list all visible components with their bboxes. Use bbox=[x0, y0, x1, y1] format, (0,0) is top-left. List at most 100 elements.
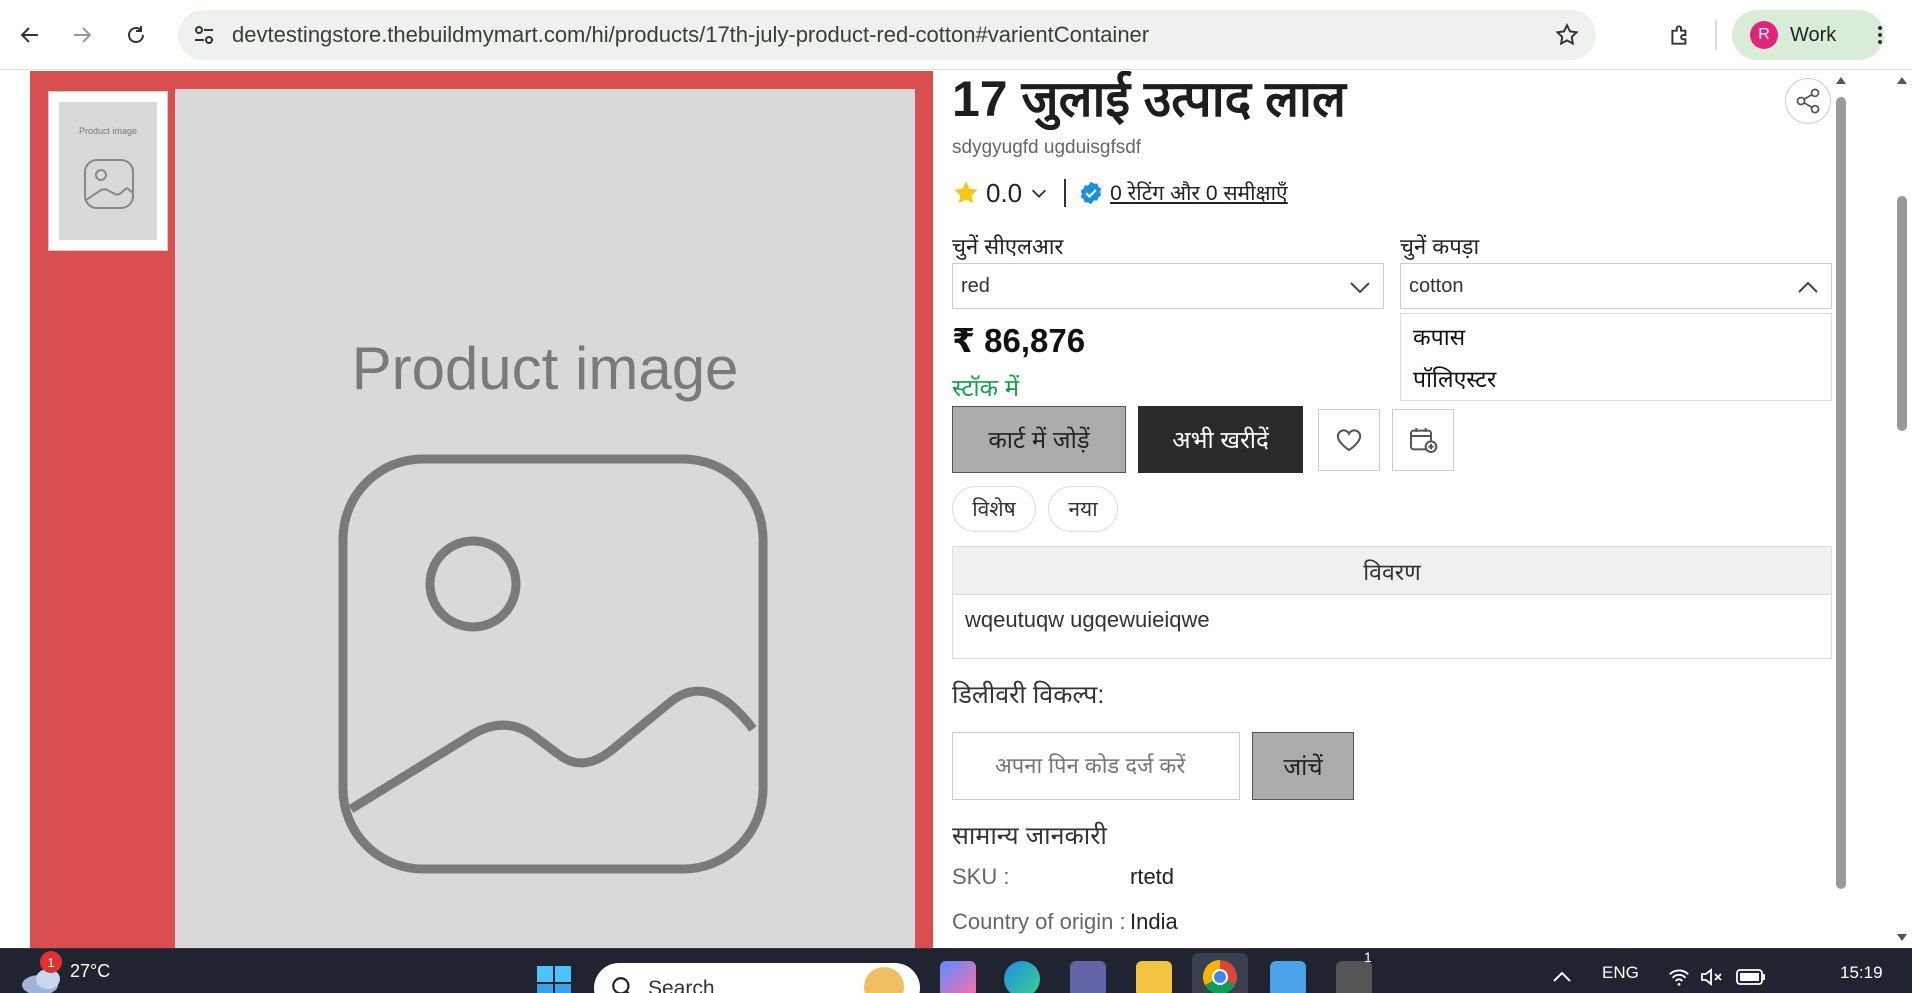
fabric-dropdown: कपास पॉलिएस्टर bbox=[1400, 313, 1832, 401]
page-scrollbar[interactable] bbox=[1892, 71, 1912, 948]
description-section: विवरण wqeutuqw ugqewuieiqwe bbox=[952, 546, 1832, 659]
file-explorer-icon[interactable] bbox=[1136, 961, 1172, 993]
browser-menu-button[interactable] bbox=[1860, 15, 1900, 55]
stock-status: स्टॉक में bbox=[952, 375, 1020, 402]
product-subtitle: sdygyugfd ugduisgfsdf bbox=[952, 137, 1142, 158]
app-icon[interactable] bbox=[1336, 961, 1372, 993]
taskbar-search[interactable]: Search bbox=[594, 963, 920, 993]
heart-icon bbox=[1336, 429, 1362, 452]
details-scrollbar-thumb[interactable] bbox=[1836, 97, 1846, 889]
language-indicator[interactable]: ENG bbox=[1602, 963, 1639, 983]
teams-icon[interactable] bbox=[1070, 961, 1106, 993]
description-heading[interactable]: विवरण bbox=[953, 547, 1831, 595]
country-label: Country of origin : bbox=[952, 909, 1126, 934]
url-text: devtestingstore.thebuildmymart.com/hi/pr… bbox=[232, 22, 1150, 47]
add-to-cart-button[interactable]: कार्ट में जोड़ें bbox=[952, 406, 1126, 473]
site-settings-icon[interactable] bbox=[192, 23, 216, 47]
start-button[interactable] bbox=[536, 965, 572, 993]
forward-arrow-icon bbox=[74, 27, 92, 43]
color-select-value: red bbox=[961, 275, 990, 297]
product-title: 17 जुलाई उत्पाद लाल bbox=[952, 71, 1346, 127]
app-badge: 1 bbox=[1364, 949, 1372, 965]
main-product-image[interactable]: Product image bbox=[175, 89, 915, 948]
scroll-up-arrow-icon[interactable] bbox=[1896, 75, 1908, 85]
delivery-heading: डिलीवरी विकल्प: bbox=[952, 681, 1105, 709]
fabric-select-value: cotton bbox=[1409, 275, 1464, 297]
verified-badge-icon bbox=[1080, 181, 1102, 205]
extensions-button[interactable] bbox=[1660, 15, 1700, 55]
add-to-calendar-button[interactable] bbox=[1392, 409, 1454, 471]
country-value: India bbox=[1130, 909, 1178, 934]
sku-value: rtetd bbox=[1130, 864, 1175, 889]
pincode-input[interactable] bbox=[952, 732, 1240, 800]
product-gallery: Product image Product image bbox=[30, 71, 933, 948]
share-icon bbox=[1796, 88, 1820, 114]
main-image-placeholder-text: Product image bbox=[351, 335, 739, 402]
fabric-option[interactable]: पॉलिएस्टर bbox=[1413, 362, 1496, 394]
chevron-down-icon bbox=[1350, 282, 1370, 294]
back-arrow-icon bbox=[20, 27, 38, 43]
notification-badge: 1 bbox=[40, 951, 62, 973]
browser-toolbar: devtestingstore.thebuildmymart.com/hi/pr… bbox=[0, 0, 1912, 70]
fabric-select-label: चुनें कपड़ा bbox=[1400, 234, 1480, 259]
chevron-down-icon[interactable] bbox=[1028, 182, 1050, 204]
color-select-label: चुनें सीएलआर bbox=[952, 234, 1064, 259]
rating-star-icon bbox=[954, 181, 978, 204]
copilot-icon[interactable] bbox=[940, 961, 976, 993]
puzzle-icon bbox=[1671, 25, 1687, 45]
windows-logo-icon bbox=[537, 966, 571, 993]
reload-icon bbox=[128, 26, 144, 43]
taskbar: 1 27°C Search 1 ENG 15:19 bbox=[0, 948, 1912, 993]
screen: devtestingstore.thebuildmymart.com/hi/pr… bbox=[0, 0, 1912, 993]
thumbnail-image: Product image bbox=[59, 102, 157, 240]
volume-muted-icon[interactable] bbox=[1700, 967, 1724, 987]
gallery-thumbnail[interactable]: Product image bbox=[48, 91, 168, 251]
scroll-up-arrow-icon[interactable] bbox=[1835, 75, 1847, 85]
rating-value: 0.0 bbox=[986, 177, 1023, 208]
sku-label: SKU : bbox=[952, 864, 1010, 889]
wishlist-button[interactable] bbox=[1318, 409, 1380, 471]
temperature: 27°C bbox=[70, 961, 111, 981]
tag-special[interactable]: विशेष bbox=[952, 486, 1036, 532]
color-select[interactable]: red bbox=[952, 263, 1384, 309]
thumbnail-placeholder-text: Product image bbox=[78, 126, 138, 136]
tag-new[interactable]: नया bbox=[1048, 486, 1118, 532]
chevron-up-icon bbox=[1798, 281, 1818, 293]
fabric-option[interactable]: कपास bbox=[1413, 320, 1465, 352]
kebab-menu-icon bbox=[1878, 26, 1882, 44]
general-info-heading: सामान्य जानकारी bbox=[952, 822, 1107, 850]
toolbar-separator bbox=[1715, 20, 1717, 50]
rating-row: 0.0 0 रेटिंग और 0 समीक्षाएँ bbox=[952, 175, 1288, 211]
search-icon bbox=[612, 977, 630, 993]
product-details: 17 जुलाई उत्पाद लाल sdygyugfd ugduisgfsd… bbox=[952, 71, 1832, 948]
forward-button[interactable] bbox=[62, 15, 102, 55]
image-placeholder-icon bbox=[84, 159, 134, 209]
battery-icon[interactable] bbox=[1736, 969, 1766, 985]
page-content: Product image Product image 17 जुलाई उत्… bbox=[0, 71, 1912, 948]
notepad-icon[interactable] bbox=[1270, 961, 1306, 993]
bookmark-star-icon[interactable] bbox=[1554, 22, 1580, 48]
address-bar[interactable]: devtestingstore.thebuildmymart.com/hi/pr… bbox=[178, 10, 1596, 60]
clock-time[interactable]: 15:19 bbox=[1840, 963, 1883, 983]
back-button[interactable] bbox=[10, 15, 50, 55]
details-scrollbar[interactable] bbox=[1832, 71, 1850, 948]
description-text: wqeutuqw ugqewuieiqwe bbox=[965, 607, 1210, 632]
avatar: R bbox=[1750, 21, 1778, 49]
page-scrollbar-thumb[interactable] bbox=[1897, 196, 1907, 431]
scroll-down-arrow-icon[interactable] bbox=[1896, 933, 1908, 943]
edge-browser-icon[interactable] bbox=[1004, 961, 1040, 993]
calendar-add-icon bbox=[1410, 428, 1438, 453]
check-pincode-button[interactable]: जांचें bbox=[1252, 732, 1354, 800]
wifi-icon[interactable] bbox=[1668, 967, 1690, 987]
image-placeholder-icon bbox=[338, 454, 768, 874]
chrome-taskbar-button[interactable] bbox=[1192, 953, 1248, 993]
reload-button[interactable] bbox=[116, 15, 156, 55]
reviews-link[interactable]: 0 रेटिंग और 0 समीक्षाएँ bbox=[1110, 179, 1288, 207]
buy-now-button[interactable]: अभी खरीदें bbox=[1138, 406, 1303, 473]
chevron-up-icon[interactable] bbox=[1552, 969, 1572, 983]
chrome-icon bbox=[1203, 960, 1237, 993]
share-button[interactable] bbox=[1785, 78, 1831, 124]
rating-divider bbox=[1064, 179, 1067, 207]
product-price: ₹ 86,876 bbox=[952, 322, 1086, 359]
fabric-select[interactable]: cotton bbox=[1400, 263, 1832, 309]
